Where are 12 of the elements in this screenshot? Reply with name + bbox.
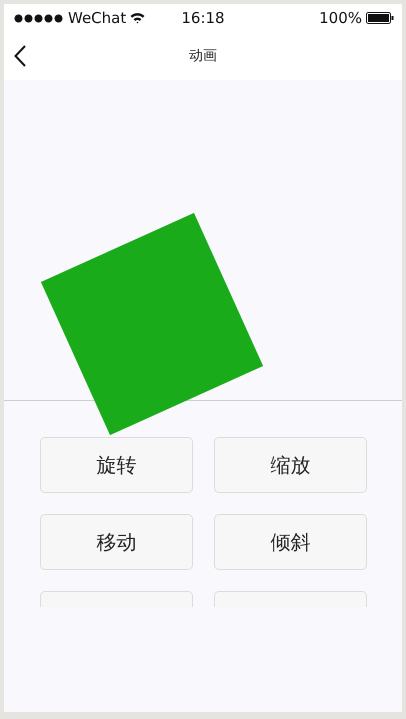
action-button[interactable]: 旋转 [40,437,193,493]
wifi-icon [130,12,146,24]
carrier-name: WeChat [68,9,126,27]
page-title: 动画 [189,48,217,64]
back-button[interactable] [14,45,26,67]
action-button[interactable]: 缩放 [214,437,367,493]
signal-icon [14,14,64,22]
action-button[interactable]: 倾斜 [214,514,367,570]
battery-icon [366,12,394,24]
clock-time: 16:18 [181,9,225,27]
action-button[interactable]: 移动 [40,514,193,570]
battery-percent: 100% [319,9,362,27]
